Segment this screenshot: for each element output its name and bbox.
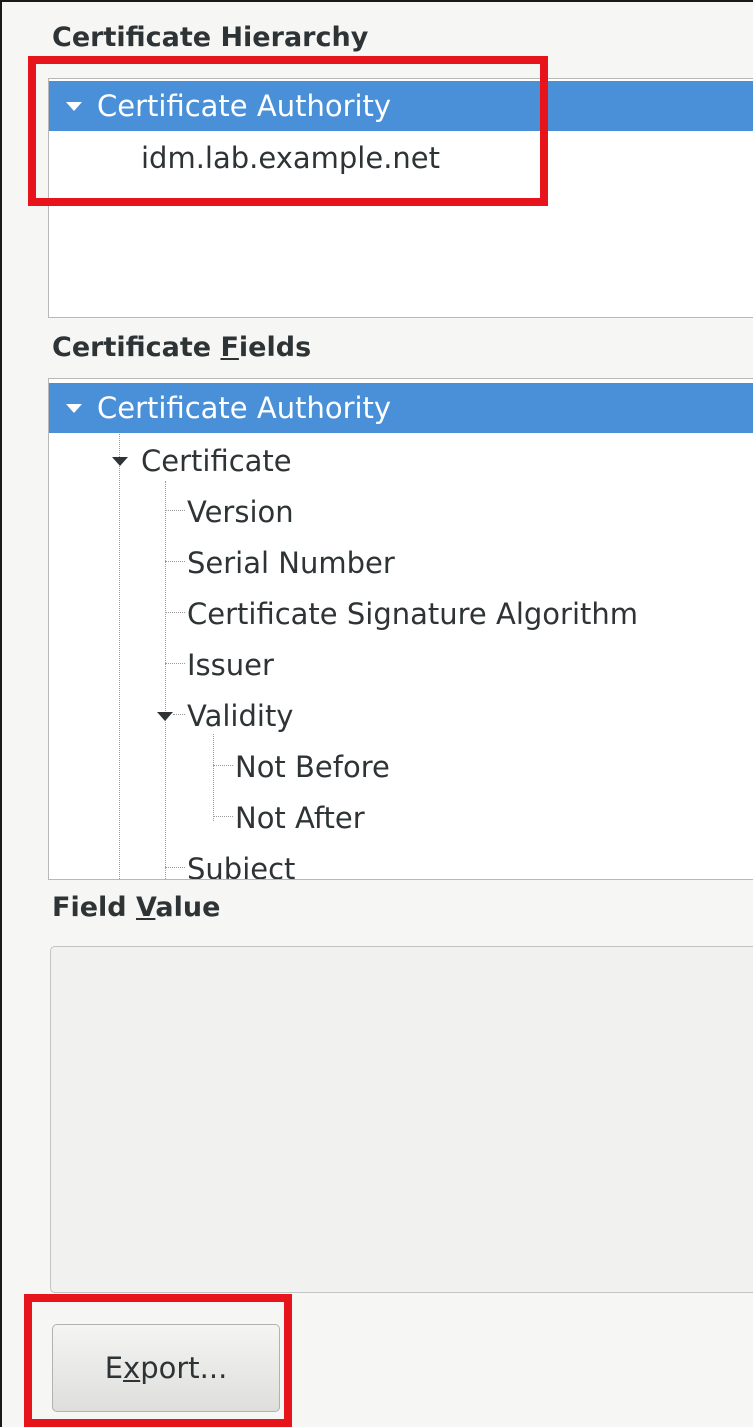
field-value-textview[interactable] [50,946,753,1293]
field-item-not-after[interactable]: Not After [49,793,753,843]
field-item-serial-number[interactable]: Serial Number [49,538,753,588]
field-item-subject[interactable]: Subject [49,844,753,879]
field-item-version[interactable]: Version [49,487,753,537]
expander-icon[interactable] [66,102,82,111]
hierarchy-item-certificate-authority[interactable]: Certificate Authority [49,81,753,131]
expander-icon[interactable] [66,404,82,413]
expander-icon[interactable] [112,457,128,466]
hierarchy-item-idm-lab-example-net[interactable]: idm.lab.example.net [49,133,753,183]
expander-icon[interactable] [157,712,173,721]
field-item-signature-algorithm[interactable]: Certificate Signature Algorithm [49,589,753,639]
field-value-label: Field Value [52,892,221,923]
field-item-not-before[interactable]: Not Before [49,742,753,792]
field-item-issuer[interactable]: Issuer [49,640,753,690]
certificate-fields-tree[interactable]: Certificate Authority Certificate Versio… [48,378,753,880]
field-item-validity[interactable]: Validity [49,691,753,741]
certificate-viewer-panel: Certificate Hierarchy Certificate Author… [0,0,753,1427]
field-item-certificate[interactable]: Certificate [49,436,753,486]
certificate-fields-label: Certificate Fields [52,332,312,363]
certificate-hierarchy-label: Certificate Hierarchy [52,22,369,53]
certificate-hierarchy-tree[interactable]: Certificate Authority idm.lab.example.ne… [48,78,753,318]
field-item-certificate-authority[interactable]: Certificate Authority [49,383,753,433]
export-button[interactable]: Export... [52,1324,280,1412]
